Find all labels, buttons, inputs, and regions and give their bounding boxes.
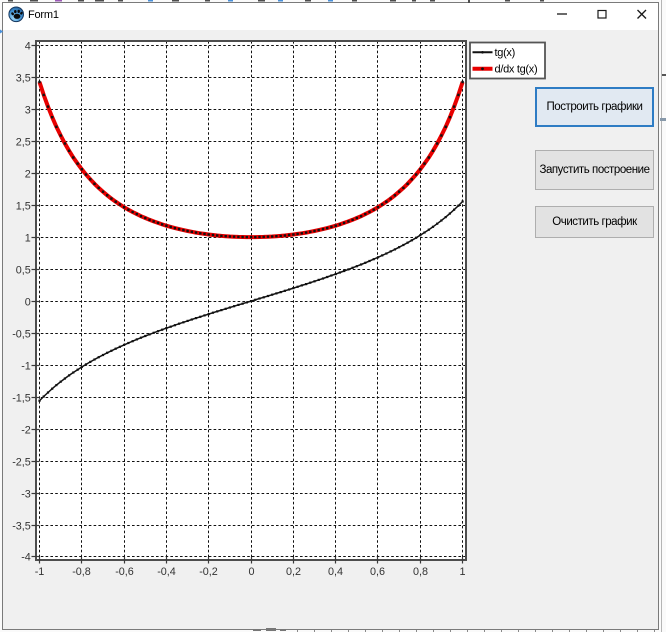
svg-text:-0,6: -0,6 [115,566,134,578]
svg-text:-2,5: -2,5 [12,456,31,468]
svg-text:-1: -1 [35,566,45,578]
svg-text:1,5: 1,5 [16,200,31,212]
svg-text:0,2: 0,2 [286,566,301,578]
svg-text:-0,4: -0,4 [157,566,176,578]
svg-text:-0,5: -0,5 [12,328,31,340]
svg-text:2: 2 [25,168,31,180]
svg-text:tg(x): tg(x) [495,47,516,59]
svg-text:-1: -1 [21,360,31,372]
svg-text:0,8: 0,8 [413,566,428,578]
svg-text:0,6: 0,6 [370,566,385,578]
svg-text:2,5: 2,5 [16,136,31,148]
svg-text:0: 0 [248,566,254,578]
svg-text:0,4: 0,4 [328,566,343,578]
svg-text:-1,5: -1,5 [12,392,31,404]
svg-text:-3,5: -3,5 [12,520,31,532]
svg-text:-3: -3 [21,488,31,500]
svg-text:-0,2: -0,2 [199,566,218,578]
svg-text:3: 3 [25,104,31,116]
svg-text:1: 1 [459,566,465,578]
svg-text:-2: -2 [21,424,31,436]
svg-text:1: 1 [25,232,31,244]
svg-text:d/dx tg(x): d/dx tg(x) [495,64,538,76]
svg-text:4: 4 [25,40,31,52]
svg-text:-4: -4 [21,551,31,563]
svg-text:-0,8: -0,8 [72,566,91,578]
svg-text:3,5: 3,5 [16,72,31,84]
svg-text:0,5: 0,5 [16,264,31,276]
svg-text:0: 0 [25,296,31,308]
